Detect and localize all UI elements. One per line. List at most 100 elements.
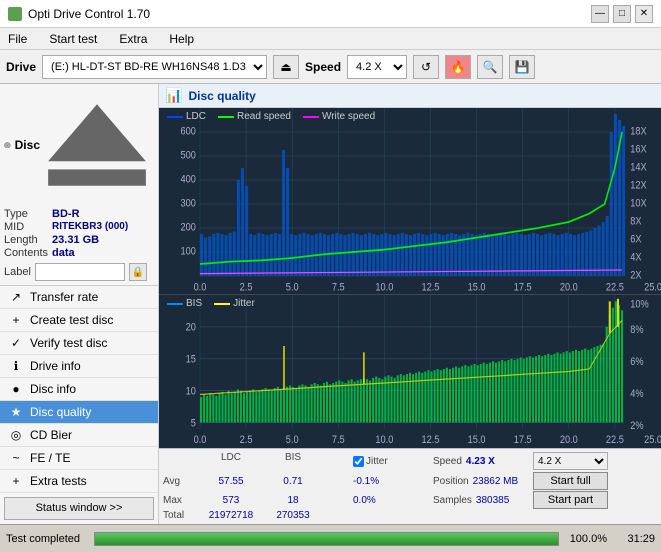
svg-text:600: 600 xyxy=(181,126,197,138)
lower-chart-svg: 20 15 10 5 10% 8% 6% 4% 2% 0.0 2.5 5.0 7… xyxy=(159,295,661,448)
stats-header-ldc: LDC xyxy=(199,452,263,470)
svg-text:100: 100 xyxy=(181,246,197,258)
disc-info-icon: ● xyxy=(8,381,24,397)
nav-label-disc-quality: Disc quality xyxy=(30,405,91,419)
max-jitter: 0.0% xyxy=(353,495,433,506)
svg-text:6X: 6X xyxy=(630,234,642,246)
drive-info-icon: ℹ xyxy=(8,358,24,374)
nav-label-drive-info: Drive info xyxy=(30,359,81,373)
legend-jitter: Jitter xyxy=(214,298,255,309)
max-label: Max xyxy=(163,495,199,506)
svg-text:8%: 8% xyxy=(630,324,643,336)
bis-legend-label: BIS xyxy=(186,298,202,309)
titlebar-left: Opti Drive Control 1.70 xyxy=(8,7,150,21)
samples-display: Samples 380385 xyxy=(433,495,533,506)
sidebar-item-disc-quality[interactable]: ★ Disc quality xyxy=(0,401,158,424)
speed-select[interactable]: 4.2 X xyxy=(347,55,407,79)
speed-stat-value: 4.23 X xyxy=(466,456,495,467)
status-window-label: Status window >> xyxy=(36,502,123,514)
speed-stat-select[interactable]: 4.2 X xyxy=(533,452,608,470)
svg-text:10X: 10X xyxy=(630,198,647,210)
menubar: File Start test Extra Help xyxy=(0,28,661,50)
sidebar-item-fe-te[interactable]: ~ FE / TE xyxy=(0,447,158,470)
sidebar-item-transfer-rate[interactable]: ↗ Transfer rate xyxy=(0,286,158,309)
sidebar: Disc Type BD-R MID RITEKBR3 (000) Length… xyxy=(0,84,159,524)
charts-container: LDC Read speed Write speed xyxy=(159,108,661,448)
label-icon-button[interactable]: 🔒 xyxy=(129,263,147,281)
start-full-button[interactable]: Start full xyxy=(533,472,608,490)
max-bis: 18 xyxy=(263,495,323,506)
position-display: Position 23862 MB xyxy=(433,476,533,487)
drive-select[interactable]: (E:) HL-DT-ST BD-RE WH16NS48 1.D3 xyxy=(42,55,267,79)
upper-chart-svg: 600 500 400 300 200 100 18X 16X 14X 12X … xyxy=(159,108,661,294)
create-test-icon: + xyxy=(8,312,24,328)
maximize-button[interactable]: □ xyxy=(613,5,631,23)
svg-text:2.5: 2.5 xyxy=(240,282,253,294)
nav-label-disc-info: Disc info xyxy=(30,382,76,396)
svg-text:20.0: 20.0 xyxy=(560,434,578,446)
svg-text:0.0: 0.0 xyxy=(194,282,207,294)
app-icon xyxy=(8,7,22,21)
menu-starttest[interactable]: Start test xyxy=(45,30,101,48)
legend-bis: BIS xyxy=(167,298,202,309)
svg-text:10: 10 xyxy=(186,386,196,398)
writespeed-legend-label: Write speed xyxy=(322,111,375,122)
sidebar-item-create-test-disc[interactable]: + Create test disc xyxy=(0,309,158,332)
speed-display: Speed 4.23 X xyxy=(433,452,533,470)
samples-label: Samples xyxy=(433,495,472,506)
disc-header-left: Disc xyxy=(4,138,40,152)
progress-percent: 100.0% xyxy=(567,533,607,545)
svg-text:12.5: 12.5 xyxy=(422,434,440,446)
nav-label-transfer-rate: Transfer rate xyxy=(30,290,98,304)
sidebar-item-disc-info[interactable]: ● Disc info xyxy=(0,378,158,401)
quality-icon: 📊 xyxy=(165,87,182,104)
save-button[interactable]: 💾 xyxy=(509,55,535,79)
svg-text:7.5: 7.5 xyxy=(332,434,345,446)
nav-label-extra-tests: Extra tests xyxy=(30,474,87,488)
disc-eject-icon[interactable] xyxy=(40,88,154,202)
menu-help[interactable]: Help xyxy=(165,30,198,48)
progress-bar-outer xyxy=(94,532,559,546)
svg-text:25.0 GB: 25.0 GB xyxy=(644,434,661,446)
position-value: 23862 MB xyxy=(473,476,519,487)
progress-time: 31:29 xyxy=(615,533,655,545)
speed-stat-label: Speed xyxy=(433,456,462,467)
jitter-checkbox-group[interactable]: Jitter xyxy=(353,452,433,470)
minimize-button[interactable]: — xyxy=(591,5,609,23)
disc-info-grid: Type BD-R MID RITEKBR3 (000) Length 23.3… xyxy=(4,206,154,261)
status-window-button[interactable]: Status window >> xyxy=(4,497,154,520)
sidebar-item-extra-tests[interactable]: + Extra tests xyxy=(0,470,158,493)
nav-label-fe-te: FE / TE xyxy=(30,451,70,465)
sidebar-item-verify-test-disc[interactable]: ✓ Verify test disc xyxy=(0,332,158,355)
menu-extra[interactable]: Extra xyxy=(115,30,151,48)
bottom-stats: LDC BIS Jitter Speed 4.23 X 4.2 X Avg 57 xyxy=(159,448,661,524)
svg-text:5.0: 5.0 xyxy=(286,434,299,446)
refresh-button[interactable]: ↺ xyxy=(413,55,439,79)
burn-button[interactable]: 🔥 xyxy=(445,55,471,79)
avg-bis: 0.71 xyxy=(263,476,323,487)
start-part-button[interactable]: Start part xyxy=(533,491,608,509)
sidebar-item-cd-bier[interactable]: ◎ CD Bier xyxy=(0,424,158,447)
label-row: Label 🔒 xyxy=(4,263,154,281)
close-button[interactable]: ✕ xyxy=(635,5,653,23)
readspeed-legend-label: Read speed xyxy=(237,111,291,122)
svg-text:20.0: 20.0 xyxy=(560,282,578,294)
label-input[interactable] xyxy=(35,263,125,281)
jitter-checkbox[interactable] xyxy=(353,456,364,467)
eject-button[interactable]: ⏏ xyxy=(273,55,299,79)
nav-label-verify-test: Verify test disc xyxy=(30,336,107,350)
total-row: Total 21972718 270353 xyxy=(163,510,657,521)
disc-panel-title: Disc xyxy=(15,138,40,152)
type-value: BD-R xyxy=(52,208,154,220)
ldc-legend-line xyxy=(167,116,183,118)
progress-area: Test completed 100.0% 31:29 xyxy=(0,524,661,552)
svg-text:17.5: 17.5 xyxy=(514,282,532,294)
sidebar-item-drive-info[interactable]: ℹ Drive info xyxy=(0,355,158,378)
disc-header: Disc xyxy=(4,88,154,202)
stats-header-row: LDC BIS Jitter Speed 4.23 X 4.2 X xyxy=(163,452,657,470)
speed-label: Speed xyxy=(305,60,341,74)
mid-value: RITEKBR3 (000) xyxy=(52,221,154,233)
window-controls: — □ ✕ xyxy=(591,5,653,23)
scan-button[interactable]: 🔍 xyxy=(477,55,503,79)
menu-file[interactable]: File xyxy=(4,30,31,48)
